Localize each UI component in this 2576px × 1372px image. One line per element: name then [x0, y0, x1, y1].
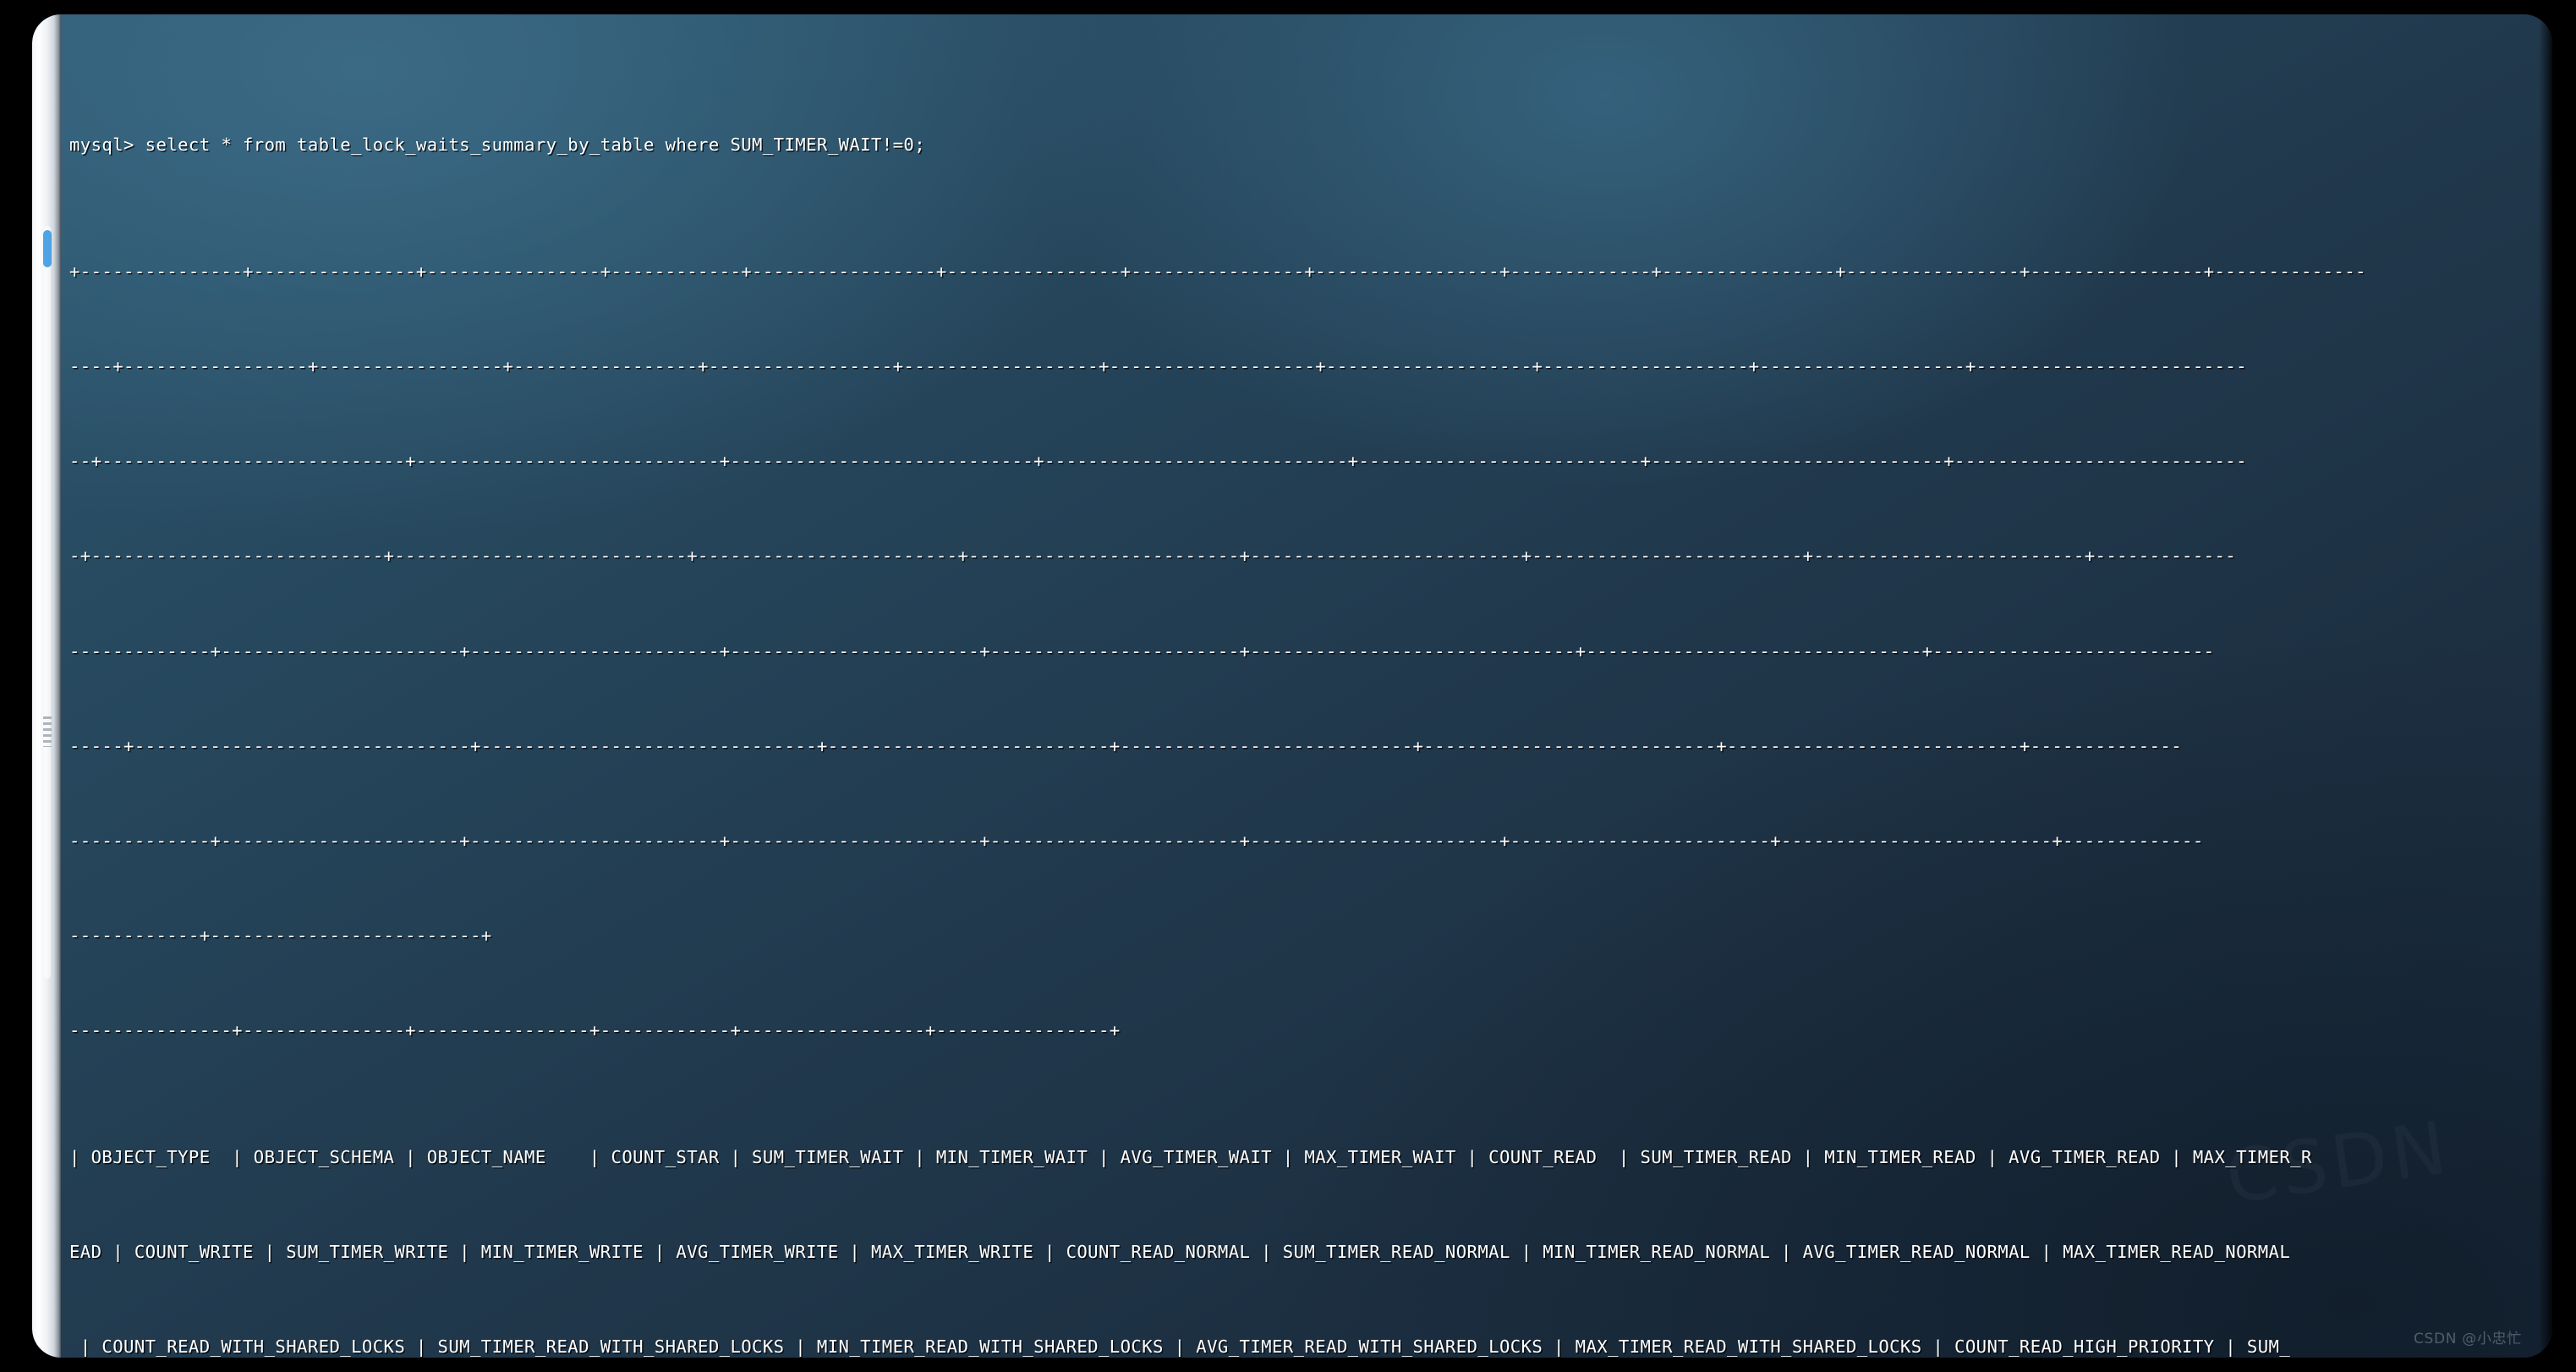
terminal-window[interactable]: CSDN mysql> select * from table_lock_wai… [32, 14, 2552, 1358]
separator-line: -+---------------------------+----------… [69, 546, 2237, 567]
scrollbar-thumb[interactable] [43, 230, 52, 267]
separator-line: --+----------------------------+--------… [69, 451, 2247, 472]
table-header-line: EAD | COUNT_WRITE | SUM_TIMER_WRITE | MI… [69, 1242, 2291, 1263]
watermark-credit: CSDN @小忠忙 [2414, 1331, 2522, 1347]
separator-line: ----+-----------------+-----------------… [69, 356, 2247, 377]
console-output[interactable]: mysql> select * from table_lock_waits_su… [69, 35, 2544, 1358]
separator-line: ------------+-------------------------+ [69, 925, 492, 947]
separator-line: -------------+----------------------+---… [69, 640, 2215, 661]
separator-line: ---------------+---------------+--------… [69, 1020, 1121, 1041]
table-header-line: | COUNT_READ_WITH_SHARED_LOCKS | SUM_TIM… [69, 1336, 2291, 1358]
table-header-line: | OBJECT_TYPE | OBJECT_SCHEMA | OBJECT_N… [69, 1147, 2312, 1168]
separator-line: -----+-------------------------------+--… [69, 735, 2183, 756]
separator-line: +---------------+---------------+-------… [69, 261, 2366, 282]
separator-line: -------------+----------------------+---… [69, 831, 2204, 852]
scrollbar-track[interactable] [44, 226, 51, 979]
prompt-line: mysql> select * from table_lock_waits_su… [69, 134, 926, 156]
scrollbar-grip[interactable] [43, 716, 52, 747]
